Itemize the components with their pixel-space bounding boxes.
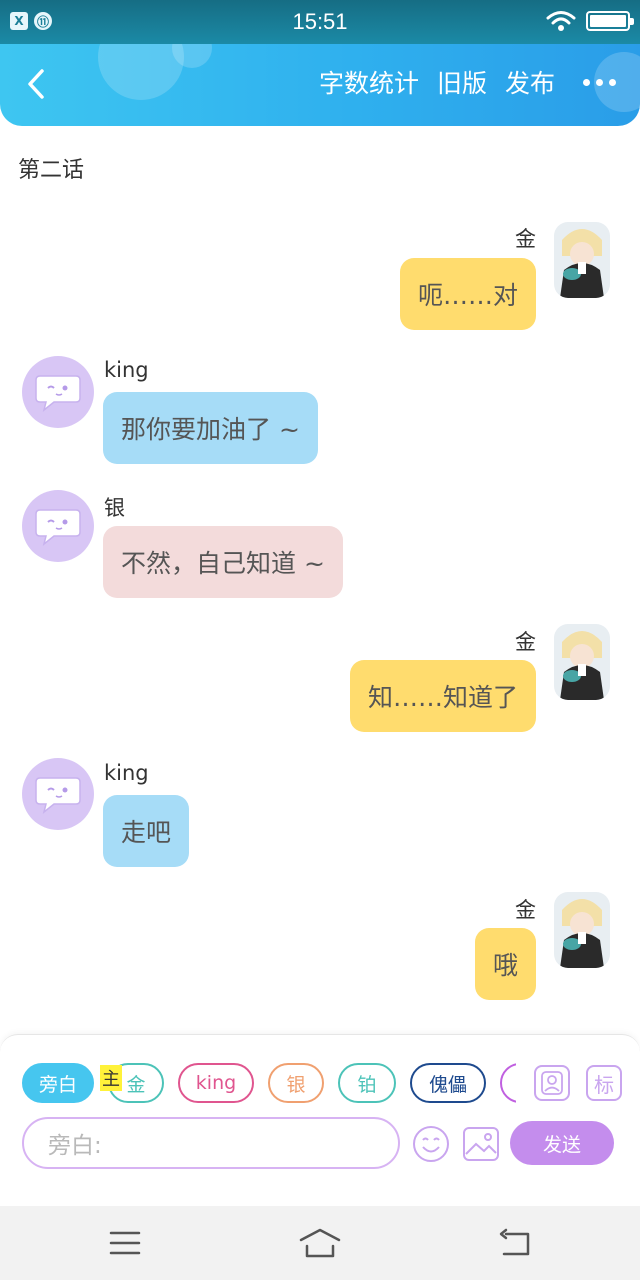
home-button[interactable]: [298, 1226, 342, 1260]
status-bar: X ⑪ 15:51: [0, 0, 640, 44]
status-right-icons: [546, 10, 634, 32]
old-version-button[interactable]: 旧版: [437, 64, 487, 100]
more-icon[interactable]: [583, 67, 616, 97]
role-chip-yin[interactable]: 银: [268, 1063, 324, 1103]
role-chip-kuilei[interactable]: 傀儡: [410, 1063, 486, 1103]
chapter-title: 第二话: [18, 158, 85, 183]
avatar[interactable]: [554, 624, 610, 700]
wifi-icon: [546, 11, 576, 31]
character-avatar-icon: [554, 892, 610, 968]
chat-bubble-face-icon: [35, 375, 81, 412]
chevron-left-icon: [28, 69, 44, 99]
message-bubble: 知……知道了: [349, 660, 536, 732]
avatar[interactable]: [554, 892, 610, 968]
avatar[interactable]: [22, 490, 94, 562]
home-icon: [299, 1228, 341, 1258]
message-bubble: 那你要加油了 ~: [103, 392, 318, 464]
top-bar: 字数统计 旧版 发布: [0, 44, 640, 126]
avatar[interactable]: [22, 758, 94, 830]
message-bubble: 呃……对: [399, 258, 536, 330]
image-icon: [463, 1127, 499, 1161]
role-chip-partial[interactable]: [500, 1063, 516, 1103]
emoji-button[interactable]: [412, 1125, 450, 1163]
role-manage-button[interactable]: [534, 1065, 570, 1101]
avatar[interactable]: [554, 222, 610, 298]
sender-name: king: [104, 358, 149, 382]
person-icon: [541, 1071, 563, 1095]
sender-name: king: [104, 761, 149, 785]
sender-name: 银: [104, 496, 125, 520]
publish-button[interactable]: 发布: [505, 64, 555, 100]
character-avatar-icon: [554, 222, 610, 298]
mark-button[interactable]: 标: [586, 1065, 622, 1101]
return-icon: [499, 1228, 530, 1256]
avatar[interactable]: [22, 356, 94, 428]
back-nav-button[interactable]: [498, 1228, 532, 1258]
word-count-button[interactable]: 字数统计: [319, 64, 419, 100]
chat-bubble-face-icon: [35, 509, 81, 546]
menu-icon: [109, 1231, 141, 1255]
sender-name: 金: [515, 227, 536, 251]
sender-name: 金: [515, 898, 536, 922]
send-button[interactable]: 发送: [510, 1121, 614, 1165]
message-bubble: 不然，自己知道 ~: [103, 526, 343, 598]
character-avatar-icon: [554, 624, 610, 700]
message-bubble: 走吧: [103, 795, 190, 867]
role-chip-narration[interactable]: 旁白: [22, 1063, 94, 1103]
header-actions: 字数统计 旧版 发布: [319, 64, 616, 100]
message-bubble: 哦: [474, 928, 536, 1000]
role-chip-king[interactable]: king: [178, 1063, 254, 1103]
role-chip-bo[interactable]: 铂: [338, 1063, 396, 1103]
battery-icon: [586, 11, 634, 31]
back-button[interactable]: [18, 66, 54, 102]
message-input[interactable]: 旁白:: [22, 1117, 400, 1169]
system-nav-bar: [0, 1206, 640, 1280]
chat-bubble-face-icon: [35, 777, 81, 814]
decor-bubble: [98, 44, 184, 100]
main-role-tag: 主: [100, 1065, 122, 1091]
composer-panel: 旁白 主 金 king 银 铂 傀儡 标 旁白: 发送: [0, 1034, 640, 1206]
status-time: 15:51: [292, 9, 348, 34]
image-button[interactable]: [462, 1125, 500, 1163]
smiley-icon: [413, 1126, 449, 1162]
menu-button[interactable]: [108, 1230, 142, 1256]
sender-name: 金: [515, 630, 536, 654]
